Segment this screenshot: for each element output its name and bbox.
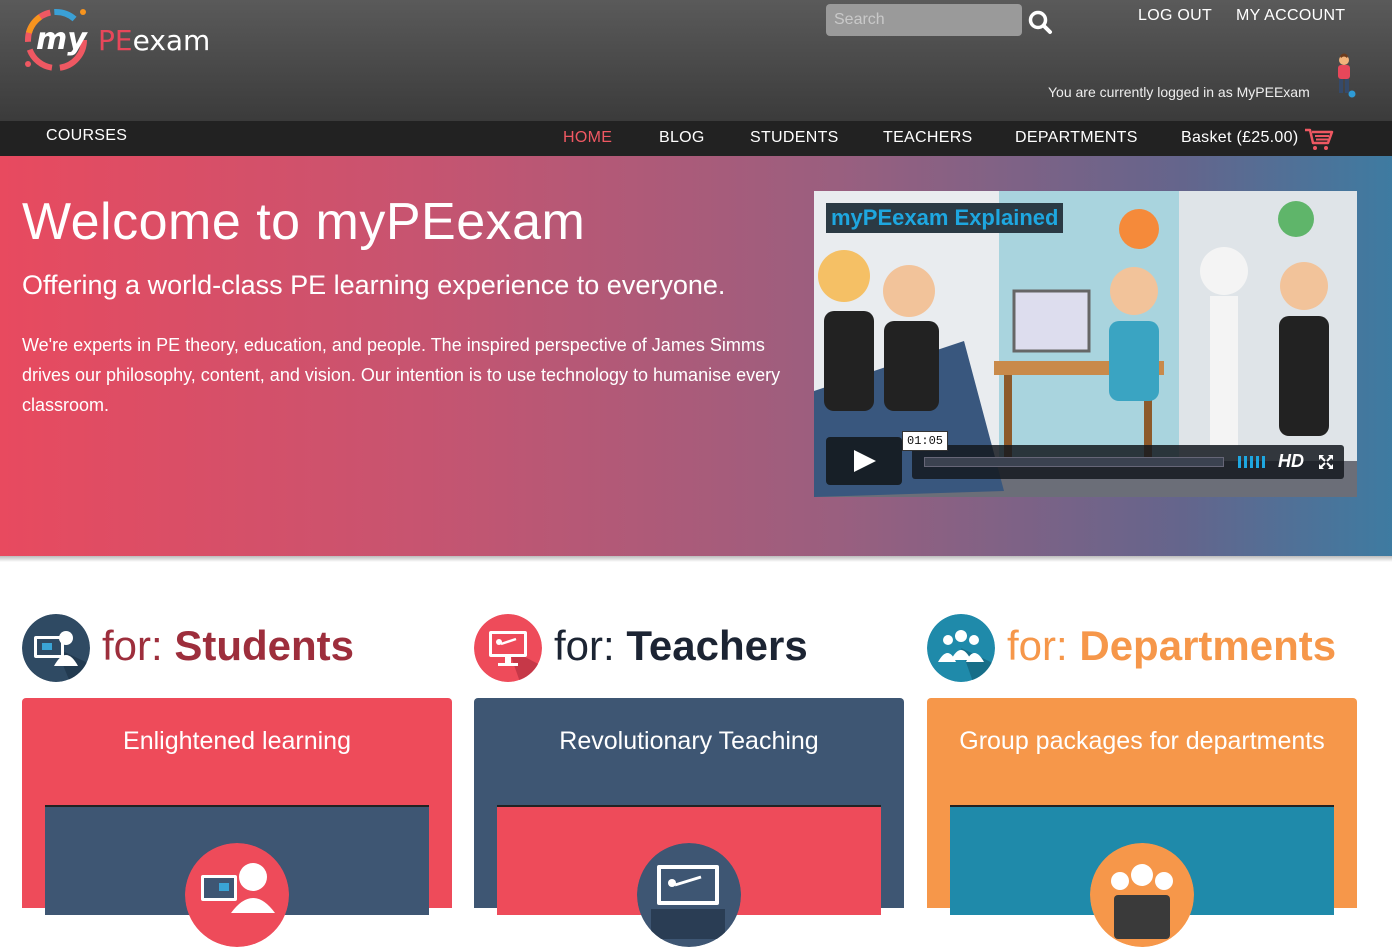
logo-exam: exam: [132, 24, 211, 57]
hero-title: Welcome to myPEexam: [22, 193, 586, 251]
search-input[interactable]: [826, 4, 1022, 36]
my-account-link[interactable]: MY ACCOUNT: [1236, 7, 1345, 25]
play-button[interactable]: [826, 437, 902, 485]
volume-icon[interactable]: [1238, 455, 1266, 469]
nav-teachers[interactable]: TEACHERS: [883, 129, 973, 147]
teachers-label: Teachers: [626, 622, 808, 669]
logo-peexam-text: PEexam: [98, 24, 210, 57]
departments-for-label: for:: [1007, 622, 1068, 669]
teacher-icon[interactable]: [474, 614, 542, 682]
teachers-card-title: Revolutionary Teaching: [559, 727, 819, 755]
cart-icon[interactable]: [1304, 127, 1334, 151]
header: my PEexam LOG OUT MY ACCOUNT You are cur…: [0, 0, 1392, 121]
video-time-tooltip: 01:05: [902, 431, 949, 451]
departments-card-image: [950, 805, 1334, 947]
video-title: myPEexam Explained: [826, 203, 1064, 233]
group-icon[interactable]: [927, 614, 995, 682]
student-icon[interactable]: [22, 614, 90, 682]
students-card-title: Enlightened learning: [123, 727, 351, 755]
students-heading: for: Students: [102, 622, 354, 670]
hero-description: We're experts in PE theory, education, a…: [22, 335, 781, 415]
students-card[interactable]: Enlightened learning: [22, 698, 452, 947]
fullscreen-icon[interactable]: [1318, 454, 1334, 470]
logo-pe: PE: [98, 24, 133, 57]
teachers-card[interactable]: Revolutionary Teaching: [474, 698, 904, 947]
control-bar: HD: [912, 445, 1344, 479]
progress-bar[interactable]: [924, 457, 1224, 467]
play-icon: [854, 450, 876, 472]
nav-courses[interactable]: COURSES: [46, 127, 127, 145]
avatar[interactable]: [1328, 52, 1358, 100]
departments-card[interactable]: Group packages for departments: [927, 698, 1357, 947]
logged-in-status: You are currently logged in as MyPEExam: [1048, 84, 1310, 100]
teachers-card-image: [497, 805, 881, 947]
search-icon[interactable]: [1027, 9, 1053, 35]
departments-card-title: Group packages for departments: [959, 727, 1325, 755]
nav-blog[interactable]: BLOG: [659, 129, 705, 147]
hero-subtitle: Offering a world-class PE learning exper…: [22, 270, 726, 300]
students-for-label: for:: [102, 622, 163, 669]
site-logo[interactable]: my PEexam: [20, 4, 220, 76]
teaching-board-icon: [637, 843, 741, 947]
nav-home[interactable]: HOME: [563, 129, 612, 147]
teachers-heading: for: Teachers: [554, 622, 808, 670]
video-player[interactable]: myPEexam Explained HD 01:05: [814, 191, 1357, 497]
students-card-image: [45, 805, 429, 947]
logout-link[interactable]: LOG OUT: [1138, 7, 1212, 25]
hd-toggle[interactable]: HD: [1278, 451, 1304, 472]
teachers-for-label: for:: [554, 622, 615, 669]
departments-heading: for: Departments: [1007, 622, 1336, 670]
department-group-icon: [1090, 843, 1194, 947]
logo-my-text: my: [36, 22, 87, 57]
main-nav: COURSES HOME BLOG STUDENTS TEACHERS DEPA…: [0, 121, 1392, 156]
hero-banner: Welcome to myPEexam Offering a world-cla…: [0, 156, 1392, 556]
student-learning-icon: [185, 843, 289, 947]
hero-divider: [0, 556, 1392, 562]
students-label: Students: [174, 622, 355, 669]
video-controls: HD 01:05: [826, 431, 1345, 485]
nav-students[interactable]: STUDENTS: [750, 129, 839, 147]
departments-label: Departments: [1079, 622, 1337, 669]
nav-departments[interactable]: DEPARTMENTS: [1015, 129, 1138, 147]
nav-basket[interactable]: Basket (£25.00): [1181, 129, 1298, 147]
